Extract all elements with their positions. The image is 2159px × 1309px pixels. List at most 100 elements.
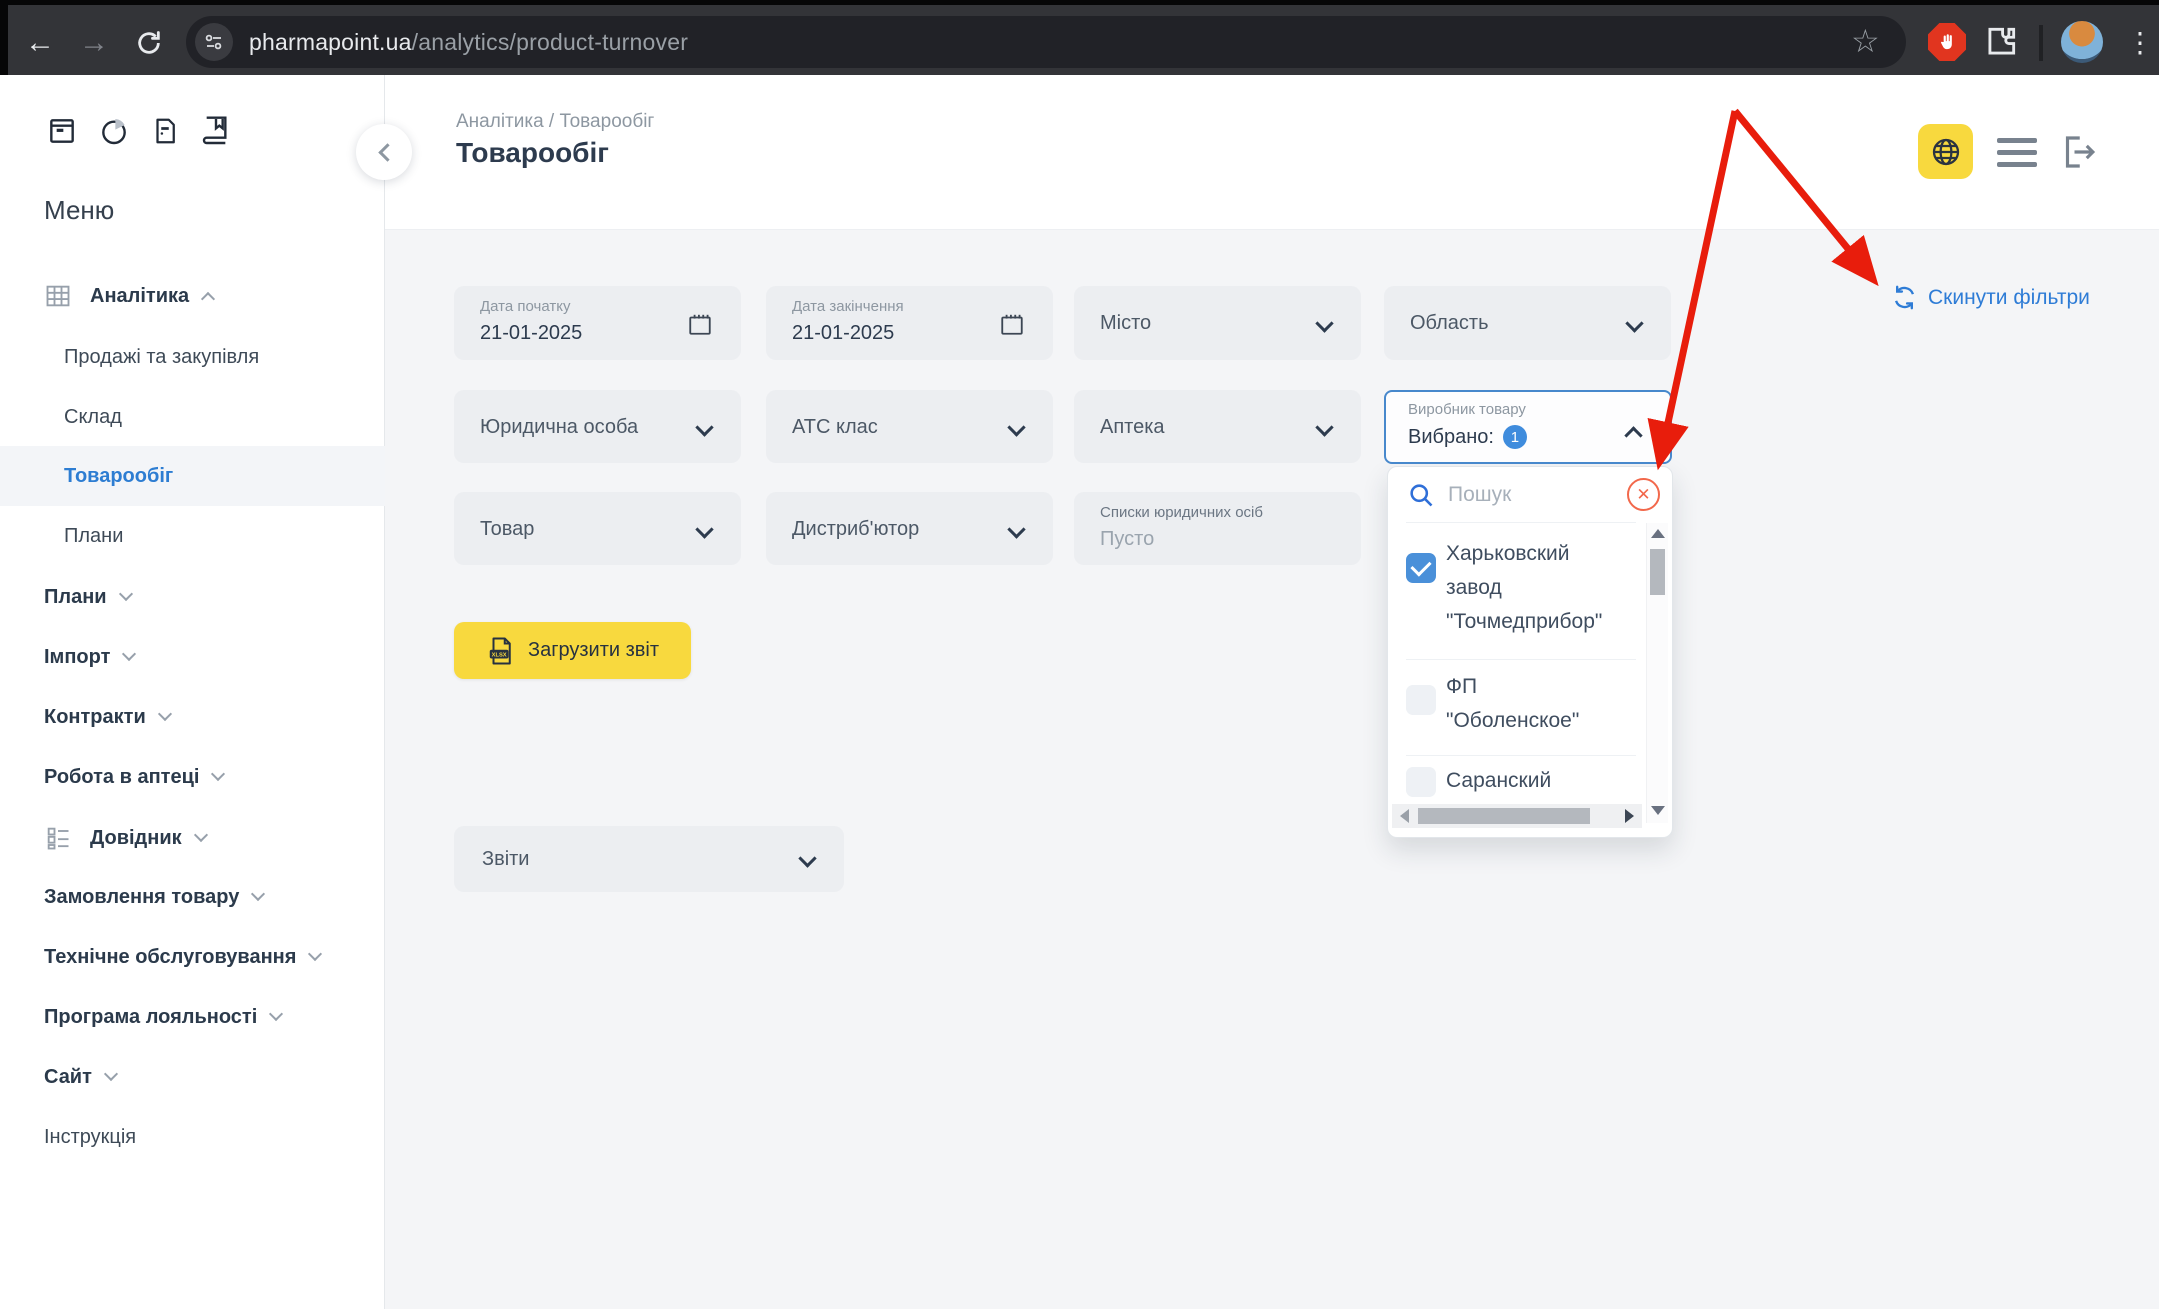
profile-avatar[interactable]	[2061, 21, 2103, 63]
site-info-icon[interactable]	[195, 23, 233, 61]
chevron-down-icon	[1315, 418, 1333, 436]
date-end-field[interactable]: Дата закінчення 21-01-2025	[766, 286, 1053, 360]
scroll-left-icon[interactable]	[1400, 809, 1409, 823]
sidebar-item-loyalty[interactable]: Програма лояльності	[0, 987, 385, 1047]
grid-icon	[44, 282, 90, 310]
legal-lists-label: Списки юридичних осіб	[1100, 504, 1263, 521]
region-select[interactable]: Область	[1384, 286, 1671, 360]
reports-label: Звіти	[482, 826, 529, 892]
browser-menu-icon[interactable]: ⋮	[2120, 21, 2159, 63]
legal-lists-value: Пусто	[1100, 528, 1154, 551]
archive-icon[interactable]	[46, 115, 78, 147]
legal-lists-field[interactable]: Списки юридичних осіб Пусто	[1074, 492, 1361, 565]
sidebar-item-label: Імпорт	[44, 646, 110, 669]
calendar-icon[interactable]	[687, 311, 713, 337]
sidebar-item-import[interactable]: Імпорт	[0, 627, 385, 687]
sidebar-item-sales[interactable]: Продажі та закупівля	[0, 327, 385, 387]
chevron-down-icon	[798, 849, 816, 867]
chevron-down-icon	[308, 947, 322, 961]
reload-icon[interactable]	[129, 23, 169, 63]
sidebar-item-pharmacy-work[interactable]: Робота в аптеці	[0, 747, 385, 807]
url-path: /analytics/product-turnover	[412, 29, 688, 55]
sidebar-item-site[interactable]: Сайт	[0, 1047, 385, 1107]
vertical-scroll-thumb[interactable]	[1650, 549, 1665, 595]
horizontal-scrollbar[interactable]	[1392, 804, 1642, 828]
pie-chart-icon[interactable]	[98, 115, 130, 147]
clear-search-icon[interactable]	[1627, 478, 1660, 511]
document-icon[interactable]	[150, 115, 180, 147]
calendar-icon[interactable]	[999, 311, 1025, 337]
reset-filters-label: Скинути фільтри	[1928, 286, 2090, 310]
chevron-down-icon	[122, 647, 136, 661]
sidebar-item-goods-order[interactable]: Замовлення товару	[0, 867, 385, 927]
sidebar-item-instruction[interactable]: Інструкція	[0, 1107, 385, 1167]
atc-class-label: АТС клас	[792, 390, 878, 464]
chevron-down-icon	[269, 1007, 283, 1021]
chevron-down-icon	[119, 587, 133, 601]
sidebar-item-turnover[interactable]: Товарообіг	[0, 446, 385, 506]
sidebar-item-label: Технічне обслуговування	[44, 946, 296, 969]
manufacturer-select-open[interactable]: Виробник товару Вибрано: 1	[1384, 390, 1672, 464]
hamburger-menu-icon[interactable]	[1997, 138, 2037, 174]
adblock-extension-icon[interactable]	[1928, 23, 1966, 61]
sidebar-item-analytics[interactable]: Аналітика	[0, 266, 385, 326]
distributor-select[interactable]: Дистриб'ютор	[766, 492, 1053, 565]
sidebar-item-warehouse[interactable]: Склад	[0, 387, 385, 447]
sidebar-item-plans[interactable]: Плани	[0, 567, 385, 627]
toolbar-separator	[2039, 25, 2043, 61]
logout-icon[interactable]	[2057, 131, 2099, 178]
chevron-down-icon	[211, 767, 225, 781]
search-input[interactable]	[1448, 477, 1598, 513]
sidebar-collapse-button[interactable]	[356, 124, 412, 180]
sidebar-item-maintenance[interactable]: Технічне обслуговування	[0, 927, 385, 987]
browser-toolbar: ← → pharmapoint.ua/analytics/product-tur…	[0, 0, 2159, 75]
pharmacy-label: Аптека	[1100, 390, 1165, 464]
scroll-down-icon[interactable]	[1651, 806, 1665, 815]
sidebar-item-contracts[interactable]: Контракти	[0, 687, 385, 747]
checkbox-unchecked[interactable]	[1406, 685, 1436, 715]
app-header: Аналітика / Товарообіг Товарообіг	[385, 75, 2159, 230]
horizontal-scroll-thumb[interactable]	[1418, 808, 1590, 824]
sidebar-item-label: Аналітика	[90, 285, 189, 308]
language-button[interactable]	[1918, 124, 1973, 179]
city-select[interactable]: Місто	[1074, 286, 1361, 360]
download-report-button[interactable]: XLSX Загрузити звіт	[454, 622, 691, 679]
address-bar[interactable]: pharmapoint.ua/analytics/product-turnove…	[186, 16, 1906, 68]
scroll-up-icon[interactable]	[1651, 529, 1665, 538]
reset-filters-link[interactable]: Скинути фільтри	[1891, 284, 2090, 311]
forward-icon[interactable]: →	[74, 23, 114, 63]
sidebar-item-directory[interactable]: Довідник	[0, 808, 385, 868]
atc-class-select[interactable]: АТС клас	[766, 390, 1053, 463]
extensions-icon[interactable]	[1982, 23, 2020, 66]
sidebar: Меню Аналітика Продажі та закупівля Скла…	[0, 75, 385, 1309]
product-select[interactable]: Товар	[454, 492, 741, 565]
bookmark-star-icon[interactable]: ☆	[1851, 22, 1880, 60]
legal-entity-label: Юридична особа	[480, 390, 638, 464]
pharmacy-select[interactable]: Аптека	[1074, 390, 1361, 463]
checkbox-checked[interactable]	[1406, 553, 1436, 583]
vertical-scrollbar[interactable]	[1646, 523, 1668, 823]
reports-select[interactable]: Звіти	[454, 826, 844, 892]
search-icon	[1407, 481, 1435, 509]
legal-entity-select[interactable]: Юридична особа	[454, 390, 741, 463]
chevron-down-icon	[1007, 418, 1025, 436]
page: ← → pharmapoint.ua/analytics/product-tur…	[0, 0, 2159, 1309]
scroll-right-icon[interactable]	[1625, 809, 1634, 823]
sidebar-item-label: Плани	[64, 525, 123, 548]
checkbox-unchecked[interactable]	[1406, 767, 1436, 797]
list-icon	[44, 824, 90, 852]
hand-icon	[1937, 32, 1957, 52]
book-icon[interactable]	[200, 115, 232, 147]
globe-icon	[1930, 136, 1962, 168]
manufacturer-option-2[interactable]: ФП"Оболенское"	[1446, 670, 1646, 738]
chevron-down-icon	[158, 707, 172, 721]
xlsx-file-icon: XLSX	[486, 636, 516, 666]
back-icon[interactable]: ←	[20, 23, 60, 63]
date-start-field[interactable]: Дата початку 21-01-2025	[454, 286, 741, 360]
date-start-value: 21-01-2025	[480, 322, 582, 345]
sidebar-item-plans-sub[interactable]: Плани	[0, 506, 385, 566]
date-start-label: Дата початку	[480, 298, 570, 315]
date-end-value: 21-01-2025	[792, 322, 894, 345]
city-select-label: Місто	[1100, 286, 1151, 360]
manufacturer-option-1[interactable]: Харьковскийзавод"Точмедприбор"	[1446, 537, 1646, 639]
